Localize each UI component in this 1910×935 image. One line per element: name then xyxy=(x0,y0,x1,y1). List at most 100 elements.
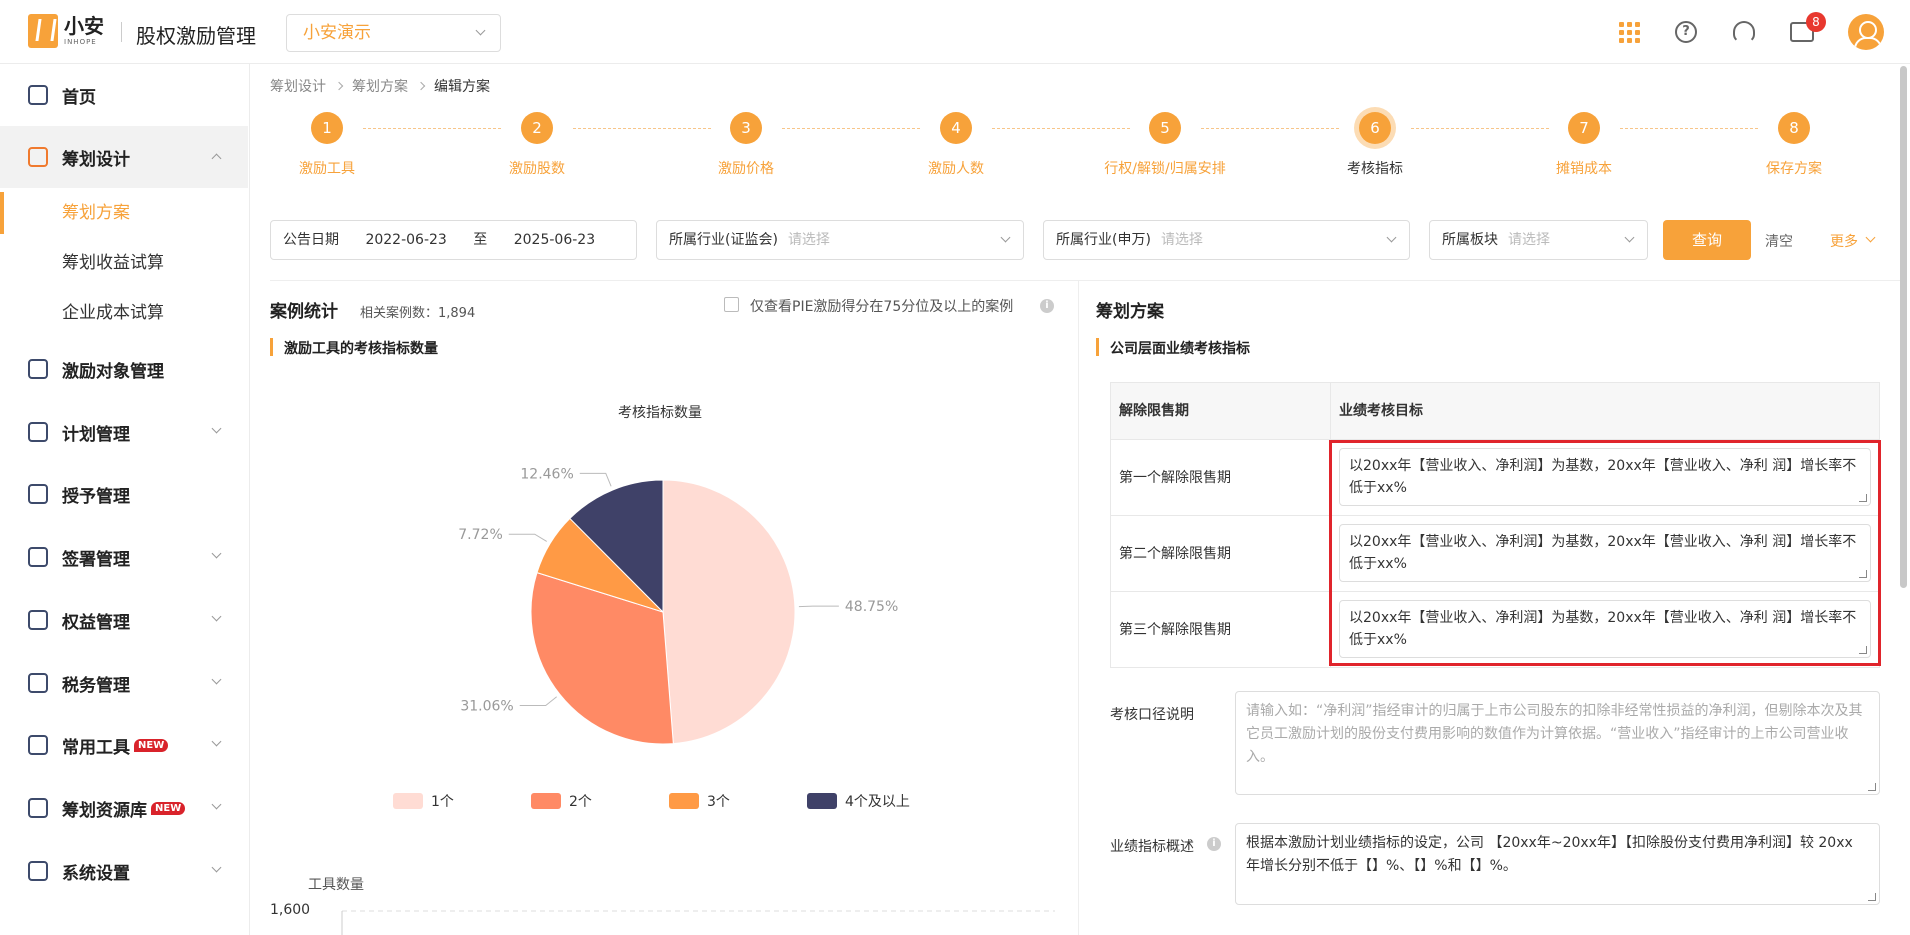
sidebar-item-label: 签署管理 xyxy=(62,549,130,570)
sidebar-item-settings[interactable]: 系统设置 xyxy=(0,840,248,902)
sidebar-item-label: 筹划资源库 xyxy=(62,800,147,821)
divider xyxy=(1078,280,1079,935)
info-icon[interactable]: i xyxy=(1207,837,1221,851)
chevron-down-icon xyxy=(1865,232,1876,243)
pie-data-label: 48.75% xyxy=(845,599,898,615)
chevron-down-icon xyxy=(211,611,222,622)
chevron-down-icon xyxy=(211,423,222,434)
chevron-down-icon xyxy=(211,799,222,810)
sidebar-item-label: 授予管理 xyxy=(62,486,130,507)
avatar-icon[interactable] xyxy=(1848,14,1884,50)
period-cell: 第三个解除限售期 xyxy=(1111,592,1331,667)
chevron-up-icon xyxy=(211,153,222,164)
sidebar-item-plan-mgmt[interactable]: 计划管理 xyxy=(0,401,248,463)
message-count-badge: 8 xyxy=(1806,12,1826,32)
criteria-textarea[interactable]: 请输入如：“净利润”指经审计的归属于上市公司股东的扣除非经常性损益的净利润，但剔… xyxy=(1235,691,1880,795)
step-5[interactable]: 5 行权/解锁/归属安排 xyxy=(1085,112,1245,178)
clear-button[interactable]: 清空 xyxy=(1765,231,1793,251)
app-title: 股权激励管理 xyxy=(136,24,256,48)
message-icon[interactable]: 8 xyxy=(1786,12,1826,48)
step-7[interactable]: 7 摊销成本 xyxy=(1504,112,1664,178)
help-icon[interactable]: ? xyxy=(1670,16,1702,48)
sign-icon xyxy=(28,547,48,567)
top-bar: 小安 INHOPE 股权激励管理 小安演示 ? 8 xyxy=(0,0,1910,64)
step-label: 考核指标 xyxy=(1347,161,1403,177)
step-8[interactable]: 8 保存方案 xyxy=(1714,112,1874,178)
sidebar-item-grant-mgmt[interactable]: 授予管理 xyxy=(0,463,248,525)
new-badge: NEW xyxy=(151,801,186,815)
criteria-label: 考核口径说明 xyxy=(1110,707,1194,723)
apps-grid-icon[interactable] xyxy=(1613,16,1645,48)
sidebar-item-sign-mgmt[interactable]: 签署管理 xyxy=(0,526,248,588)
sidebar: 首页 筹划设计 筹划方案 筹划收益试算 企业成本试算 激励对象管理 计划管理 授… xyxy=(0,64,250,935)
logo-subtext: INHOPE xyxy=(64,38,97,46)
scrollbar[interactable] xyxy=(1900,66,1907,588)
step-label: 行权/解锁/归属安排 xyxy=(1104,161,1226,177)
period-cell: 第二个解除限售期 xyxy=(1111,516,1331,591)
sidebar-item-planning-design[interactable]: 筹划设计 xyxy=(0,126,248,188)
industry-sw-select[interactable]: 所属行业(申万) 请选择 xyxy=(1043,220,1410,260)
sidebar-item-label: 税务管理 xyxy=(62,675,130,696)
legend-label[interactable]: 1个 xyxy=(431,794,454,810)
chevron-down-icon xyxy=(1624,232,1635,243)
plan-icon xyxy=(28,422,48,442)
legend-swatch[interactable] xyxy=(393,793,423,809)
company-select[interactable]: 小安演示 xyxy=(286,14,501,52)
summary-textarea[interactable]: 根据本激励计划业绩指标的设定，公司 【20xx年~20xx年】【扣除股份支付费用… xyxy=(1235,823,1880,905)
step-6[interactable]: 6 考核指标 xyxy=(1295,112,1455,178)
legend-swatch[interactable] xyxy=(531,793,561,809)
legend-label[interactable]: 2个 xyxy=(569,794,592,810)
plan-sub-title: 公司层面业绩考核指标 xyxy=(1096,338,1250,358)
toolbox-icon xyxy=(28,735,48,755)
sidebar-item-tax-mgmt[interactable]: 税务管理 xyxy=(0,652,248,714)
sidebar-item-participants[interactable]: 激励对象管理 xyxy=(0,338,248,400)
pie-label-leader xyxy=(798,605,839,608)
filter-placeholder: 请选择 xyxy=(1508,232,1550,248)
legend-label[interactable]: 3个 xyxy=(707,794,730,810)
table-header: 解除限售期 业绩考核目标 xyxy=(1111,383,1879,439)
logo[interactable]: 小安 INHOPE xyxy=(28,14,104,48)
sidebar-item-label: 常用工具 xyxy=(62,737,130,758)
bar-chart-ylabel: 工具数量 xyxy=(308,877,364,893)
table-header-cell: 解除限售期 xyxy=(1111,383,1331,439)
layers-icon xyxy=(28,798,48,818)
logo-icon xyxy=(28,14,58,48)
sidebar-item-resource-lib[interactable]: 筹划资源库 NEW xyxy=(0,777,248,839)
chevron-down-icon xyxy=(211,548,222,559)
more-filters-button[interactable]: 更多 xyxy=(1830,231,1876,251)
pie-slice[interactable] xyxy=(662,479,796,745)
settings-icon xyxy=(28,861,48,881)
sidebar-subitem-benefit-calc[interactable]: 筹划收益试算 xyxy=(0,238,248,288)
tax-icon xyxy=(28,673,48,693)
bar-chart-ytick: 1,600 xyxy=(270,902,310,918)
query-button[interactable]: 查询 xyxy=(1663,220,1751,260)
highlight-annotation-box xyxy=(1329,440,1881,666)
board-select[interactable]: 所属板块 请选择 xyxy=(1429,220,1648,260)
sidebar-item-label: 系统设置 xyxy=(62,863,130,884)
sidebar-item-label: 计划管理 xyxy=(62,424,130,445)
sidebar-item-label: 权益管理 xyxy=(62,612,130,633)
sidebar-subitem-cost-calc[interactable]: 企业成本试算 xyxy=(0,288,248,338)
legend-label[interactable]: 4个及以上 xyxy=(845,794,910,810)
headset-icon[interactable] xyxy=(1728,16,1760,48)
sidebar-subitem-plan[interactable]: 筹划方案 xyxy=(0,188,248,238)
sidebar-item-home[interactable]: 首页 xyxy=(0,64,248,126)
period-cell: 第一个解除限售期 xyxy=(1111,440,1331,515)
pie-data-label: 31.06% xyxy=(460,699,513,715)
sidebar-item-equity-mgmt[interactable]: 权益管理 xyxy=(0,589,248,651)
more-label: 更多 xyxy=(1830,234,1858,250)
sidebar-item-tools[interactable]: 常用工具 NEW xyxy=(0,714,248,776)
legend-swatch[interactable] xyxy=(807,793,837,809)
pie-data-label: 7.72% xyxy=(458,527,502,543)
equity-icon xyxy=(28,610,48,630)
chevron-down-icon xyxy=(211,736,222,747)
sidebar-item-label: 首页 xyxy=(62,87,96,108)
legend-swatch[interactable] xyxy=(669,793,699,809)
company-select-value: 小安演示 xyxy=(303,23,371,43)
edit-icon xyxy=(28,147,48,167)
new-badge: NEW xyxy=(134,738,169,752)
chart-title: 考核指标数量 xyxy=(618,405,702,421)
step-label: 摊销成本 xyxy=(1556,161,1612,177)
step-number: 6 xyxy=(1359,112,1391,144)
filter-label: 所属板块 xyxy=(1442,232,1498,248)
